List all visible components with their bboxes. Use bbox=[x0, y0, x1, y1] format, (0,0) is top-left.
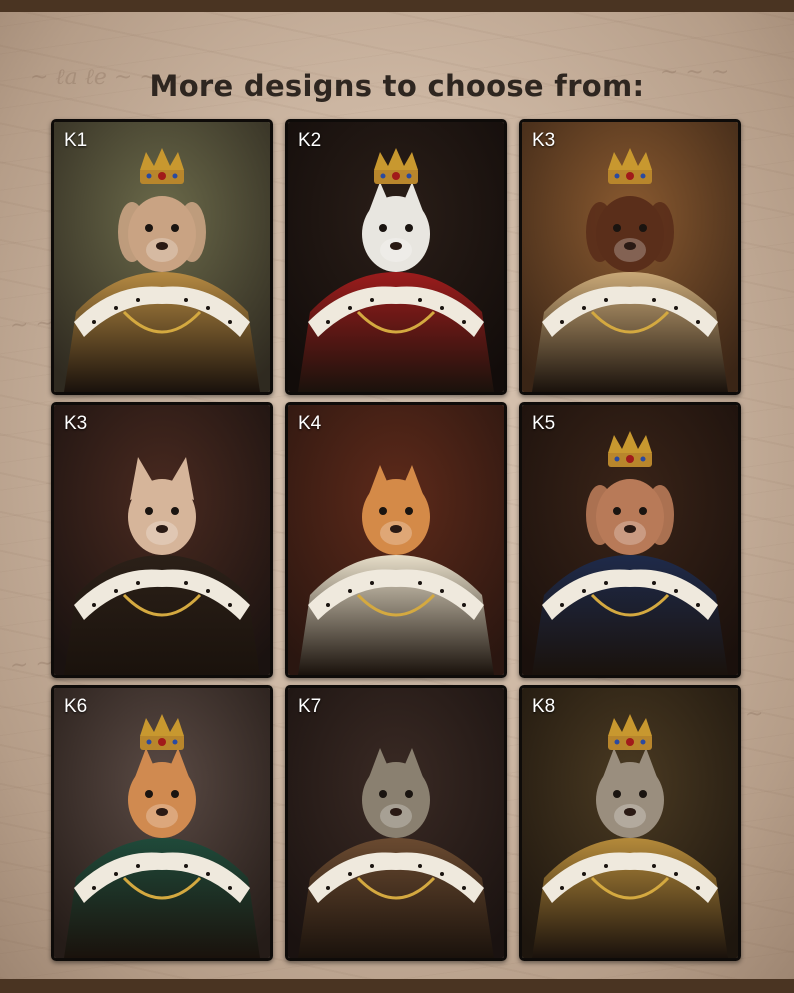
design-label: K3 bbox=[64, 413, 88, 434]
parchment-background: ~ ℓa ℓe ~ ~ ~ ~ ~ ~ ~ ~ ~ ~ ~ More desig… bbox=[0, 0, 794, 993]
portrait-image bbox=[54, 405, 270, 675]
design-card[interactable]: K2 bbox=[285, 119, 507, 395]
design-card[interactable]: K1 bbox=[51, 119, 273, 395]
script-decoration: ~ bbox=[745, 702, 764, 727]
portrait-image bbox=[522, 688, 738, 958]
design-card[interactable]: K4 bbox=[285, 402, 507, 678]
portrait-image bbox=[288, 122, 504, 392]
portrait-image bbox=[522, 122, 738, 392]
portrait-image bbox=[288, 688, 504, 958]
script-decoration: ~ ~ bbox=[9, 650, 55, 679]
design-label: K5 bbox=[532, 413, 556, 434]
portrait-image bbox=[522, 405, 738, 675]
design-card[interactable]: K3 bbox=[519, 119, 741, 395]
design-label: K8 bbox=[532, 696, 556, 717]
design-label: K3 bbox=[532, 130, 556, 151]
design-label: K2 bbox=[298, 130, 322, 151]
design-grid: K1 K2 K3 K3 K4 K5 K6 K7 K8 bbox=[51, 119, 741, 961]
design-card[interactable]: K7 bbox=[285, 685, 507, 961]
design-label: K6 bbox=[64, 696, 88, 717]
design-card[interactable]: K5 bbox=[519, 402, 741, 678]
design-card[interactable]: K8 bbox=[519, 685, 741, 961]
design-label: K4 bbox=[298, 413, 322, 434]
portrait-image bbox=[288, 405, 504, 675]
design-label: K7 bbox=[298, 696, 322, 717]
portrait-image bbox=[54, 122, 270, 392]
design-label: K1 bbox=[64, 130, 88, 151]
design-card[interactable]: K6 bbox=[51, 685, 273, 961]
script-decoration: ~ ~ bbox=[9, 310, 55, 339]
design-card[interactable]: K3 bbox=[51, 402, 273, 678]
page-title: More designs to choose from: bbox=[149, 69, 645, 104]
portrait-image bbox=[54, 688, 270, 958]
